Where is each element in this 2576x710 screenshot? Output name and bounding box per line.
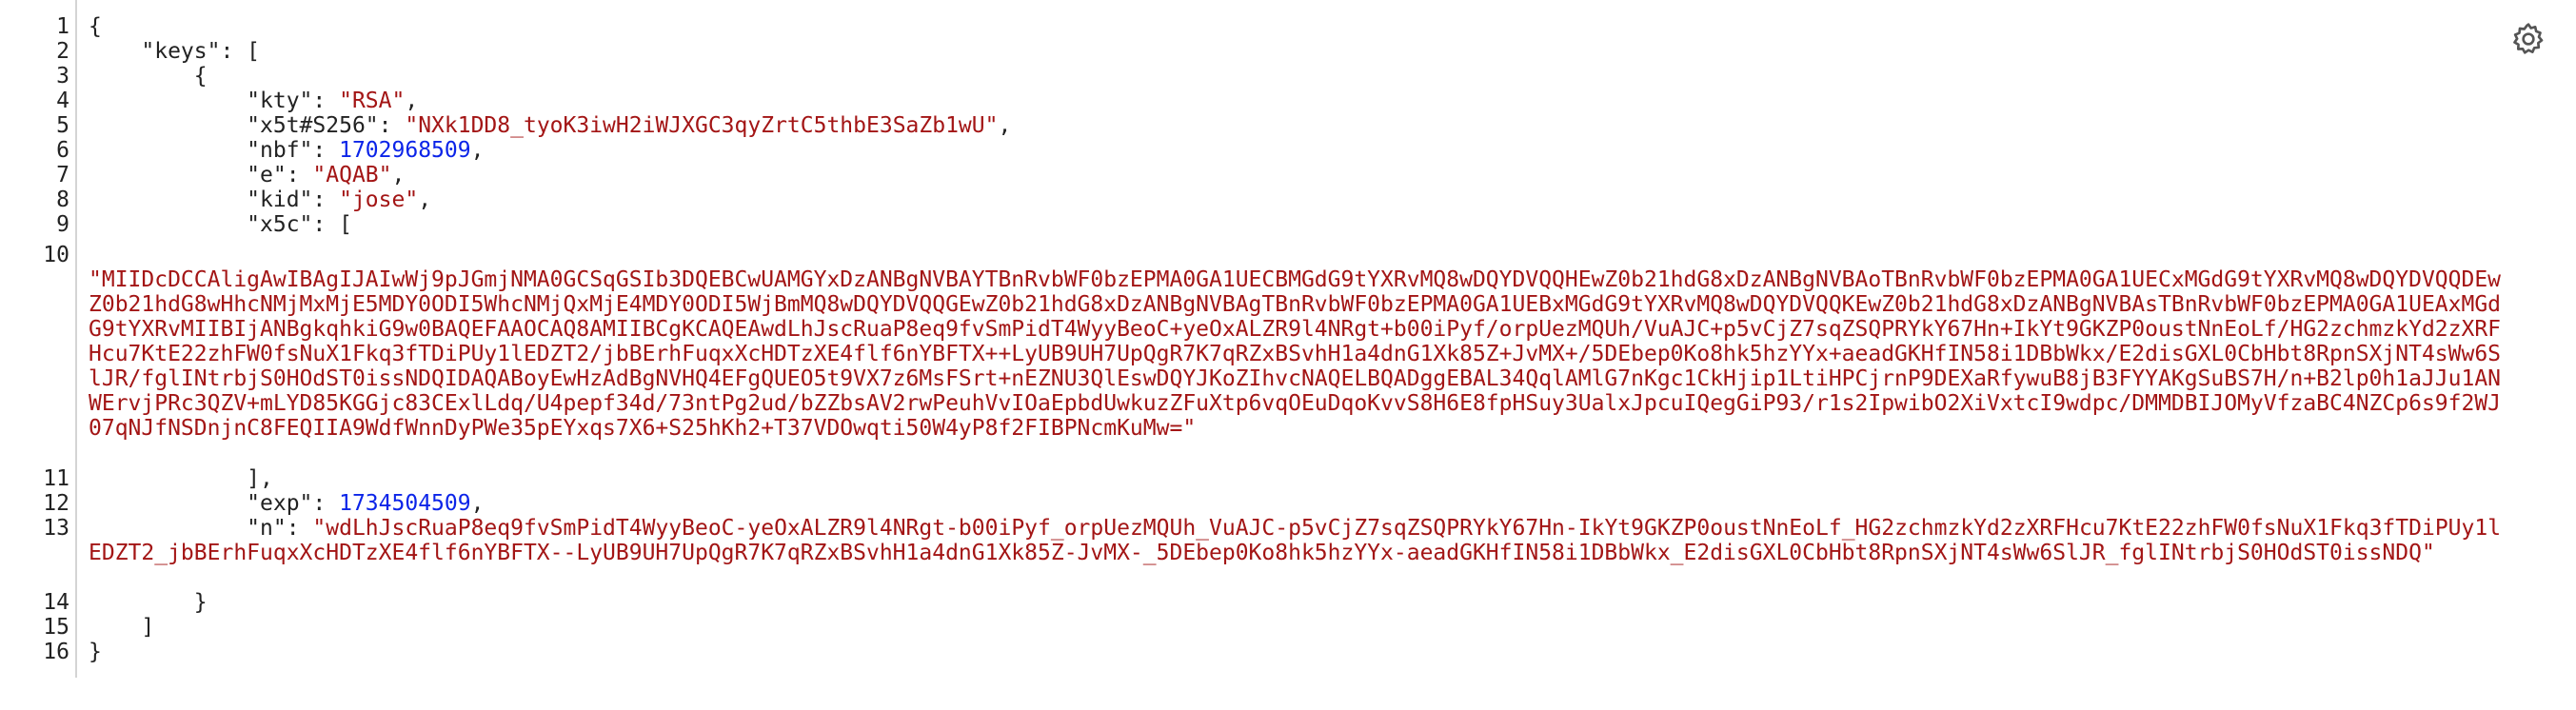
json-key: "nbf":	[89, 138, 340, 163]
line-number: 11	[43, 466, 69, 491]
line-number: 3	[56, 64, 69, 89]
code-line: "keys": [	[89, 39, 261, 64]
code-line-x5c: "x5c": [	[89, 212, 352, 237]
line-number: 10	[43, 243, 69, 267]
json-key: "n":	[89, 516, 313, 541]
code-line: ],	[89, 466, 273, 491]
json-string-value: "wdLhJscRuaP8eq9fvSmPidT4WyyBeoC-yeOxALZ…	[89, 516, 2502, 565]
line-number: 2	[56, 39, 69, 64]
json-string-value: "AQAB"	[312, 163, 392, 187]
line-number: 1	[56, 14, 69, 39]
json-string-value: "NXk1DD8_tyoK3iwH2iWJXGC3qyZrtC5thbE3SaZ…	[405, 113, 999, 138]
json-number-value: 1734504509	[339, 491, 471, 516]
settings-button[interactable]	[2509, 20, 2547, 58]
code-line-kty: "kty": "RSA",	[89, 89, 419, 113]
line-number-gutter: 1 2 3 4 5 6 7 8 9 10 11 12 13 14 15 16	[0, 0, 77, 678]
line-number: 14	[43, 590, 69, 615]
line-number: 13	[43, 516, 69, 541]
line-number: 6	[56, 138, 69, 163]
line-number: 15	[43, 615, 69, 640]
json-string-value: "jose"	[339, 187, 419, 212]
code-line: {	[89, 64, 208, 89]
json-key: "e":	[89, 163, 313, 187]
json-key: "x5t#S256":	[89, 113, 406, 138]
code-line-kid: "kid": "jose",	[89, 187, 432, 212]
line-number: 16	[43, 640, 69, 664]
json-number-value: 1702968509	[339, 138, 471, 163]
line-number: 7	[56, 163, 69, 187]
code-line: }	[89, 640, 102, 664]
json-string-value: "RSA"	[339, 89, 406, 113]
code-line: {	[89, 14, 102, 39]
line-number: 5	[56, 113, 69, 138]
json-key: "kid":	[89, 187, 340, 212]
line-number: 9	[56, 212, 69, 237]
line-number: 8	[56, 187, 69, 212]
code-line-modulus: "n": "wdLhJscRuaP8eq9fvSmPidT4WyyBeoC-ye…	[89, 516, 2507, 565]
gear-icon	[2513, 23, 2544, 54]
code-line: ]	[89, 615, 155, 640]
code-line-certificate: "MIIDcDCCAligAwIBAgIJAIwWj9pJGmjNMA0GCSq…	[89, 267, 2502, 441]
code-line-nbf: "nbf": 1702968509,	[89, 138, 485, 163]
json-key: "kty":	[89, 89, 340, 113]
line-number: 12	[43, 491, 69, 516]
line-number: 4	[56, 89, 69, 113]
code-line-e: "e": "AQAB",	[89, 163, 406, 187]
code-line: }	[89, 590, 208, 615]
code-line-exp: "exp": 1734504509,	[89, 491, 485, 516]
code-line-x5t: "x5t#S256": "NXk1DD8_tyoK3iwH2iWJXGC3qyZ…	[89, 113, 1012, 138]
json-editor[interactable]: 1 2 3 4 5 6 7 8 9 10 11 12 13 14 15 16 {…	[0, 0, 2576, 710]
json-key: "exp":	[89, 491, 340, 516]
